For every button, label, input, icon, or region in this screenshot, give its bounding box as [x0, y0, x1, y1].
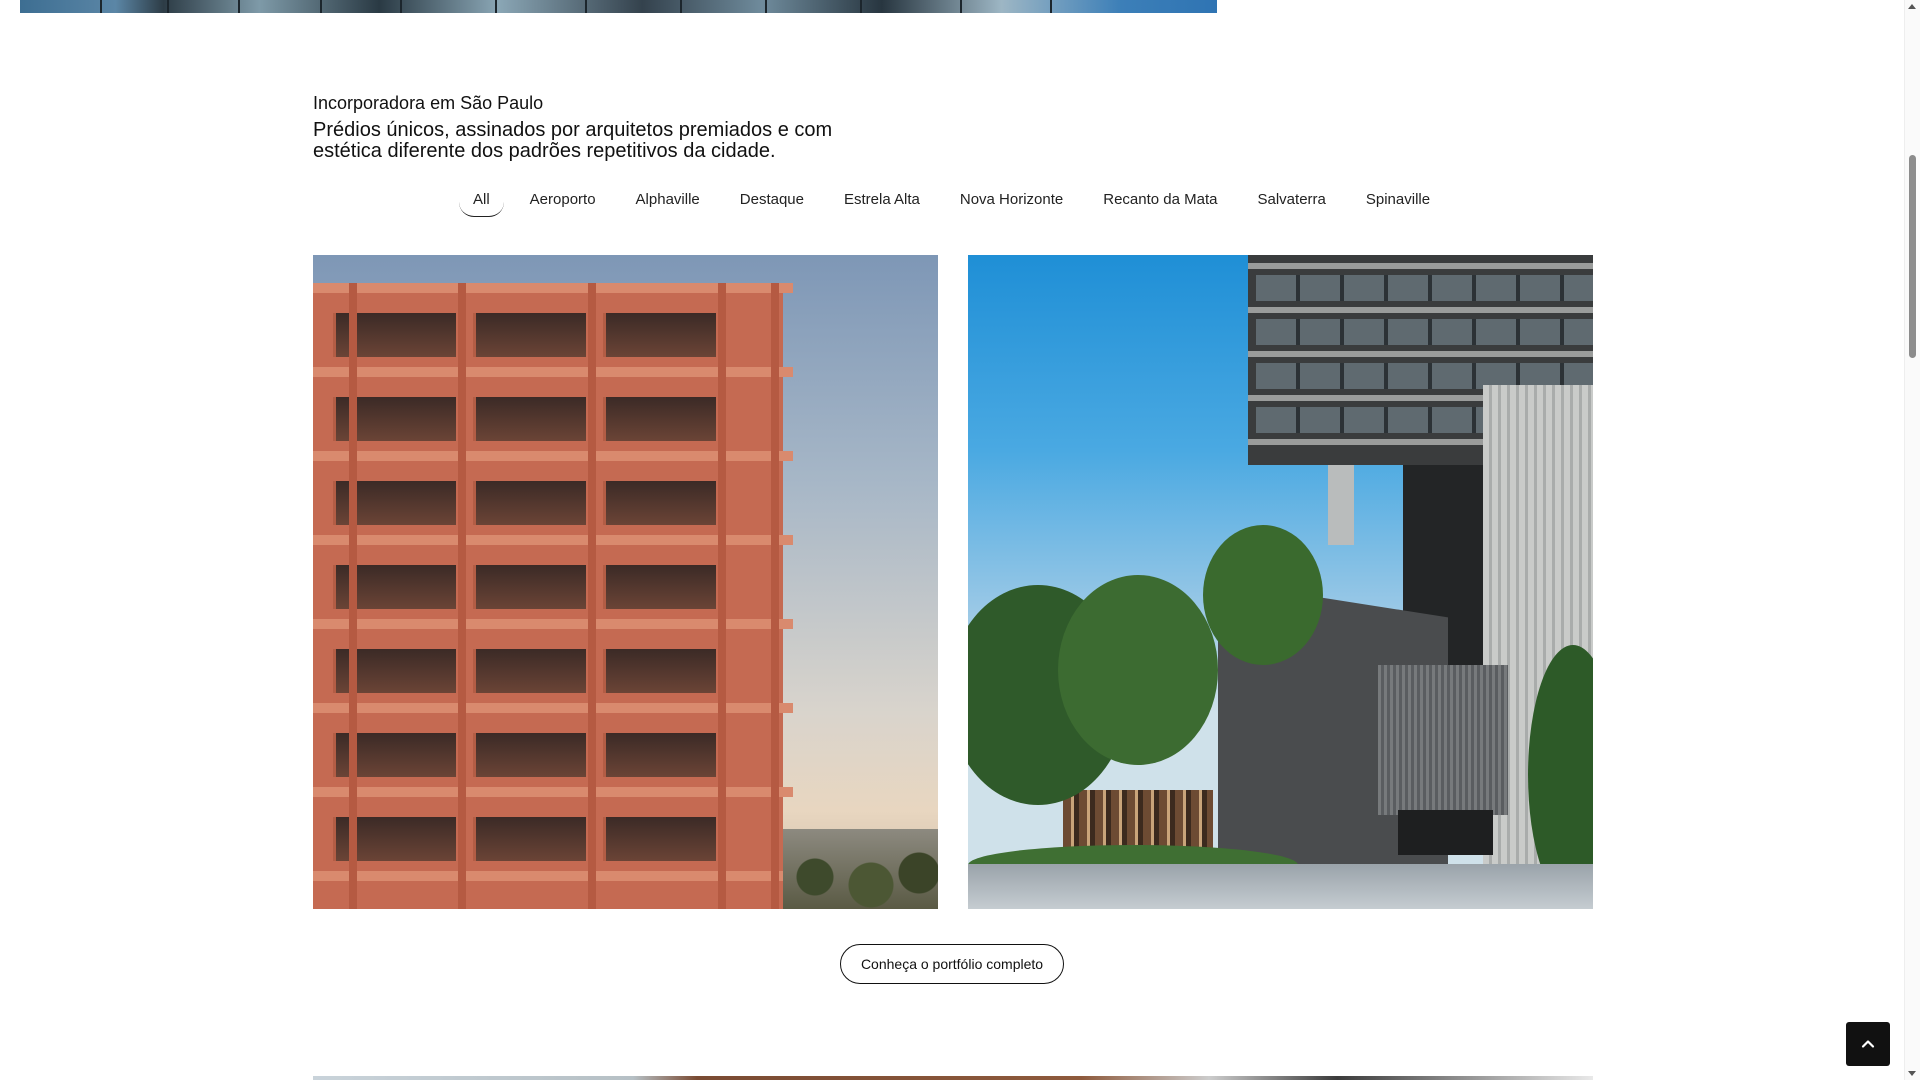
intro-section: Incorporadora em São Paulo Prédios único…: [313, 92, 913, 162]
next-section-image-strip: [313, 1076, 1593, 1080]
project-image-ground: [968, 864, 1593, 909]
hero-image-strip: [20, 0, 1217, 13]
project-card-concrete-tower[interactable]: [968, 255, 1593, 909]
view-full-portfolio-button[interactable]: Conheça o portfólio completo: [840, 944, 1064, 984]
filter-tab-alphaville[interactable]: Alphaville: [622, 185, 714, 221]
filter-tab-estrela-alta[interactable]: Estrela Alta: [830, 185, 934, 221]
scroll-down-arrow-icon[interactable]: [1908, 1071, 1916, 1076]
filter-tab-all[interactable]: All: [459, 185, 504, 221]
project-card-terracotta-tower[interactable]: [313, 255, 938, 909]
portfolio-filter-tabs: All Aeroporto Alphaville Destaque Estrel…: [459, 185, 1456, 221]
filter-tab-aeroporto[interactable]: Aeroporto: [516, 185, 610, 221]
chevron-up-icon: [1861, 1040, 1875, 1048]
project-image-building: [313, 283, 793, 909]
filter-tab-destaque[interactable]: Destaque: [726, 185, 818, 221]
page: Incorporadora em São Paulo Prédios único…: [0, 0, 1920, 1080]
project-image-tree: [1058, 575, 1218, 765]
filter-tab-spinaville[interactable]: Spinaville: [1352, 185, 1444, 221]
filter-tab-salvaterra[interactable]: Salvaterra: [1244, 185, 1340, 221]
filter-tab-nova-horizonte[interactable]: Nova Horizonte: [946, 185, 1077, 221]
section-eyebrow: Incorporadora em São Paulo: [313, 93, 544, 113]
scrollbar-thumb[interactable]: [1909, 155, 1916, 358]
filter-tab-recanto-da-mata[interactable]: Recanto da Mata: [1089, 185, 1231, 221]
project-image-city-trees: [783, 829, 938, 909]
project-image-screen: [1378, 665, 1508, 815]
scroll-to-top-button[interactable]: [1846, 1022, 1890, 1066]
project-image-tree: [1203, 525, 1323, 665]
project-image-entrance: [1398, 810, 1493, 855]
section-headline: Prédios únicos, assinados por arquitetos…: [313, 119, 833, 162]
project-image-pillar: [1328, 465, 1354, 545]
page-scrollbar[interactable]: [1904, 0, 1920, 1080]
scroll-up-arrow-icon[interactable]: [1908, 4, 1916, 9]
